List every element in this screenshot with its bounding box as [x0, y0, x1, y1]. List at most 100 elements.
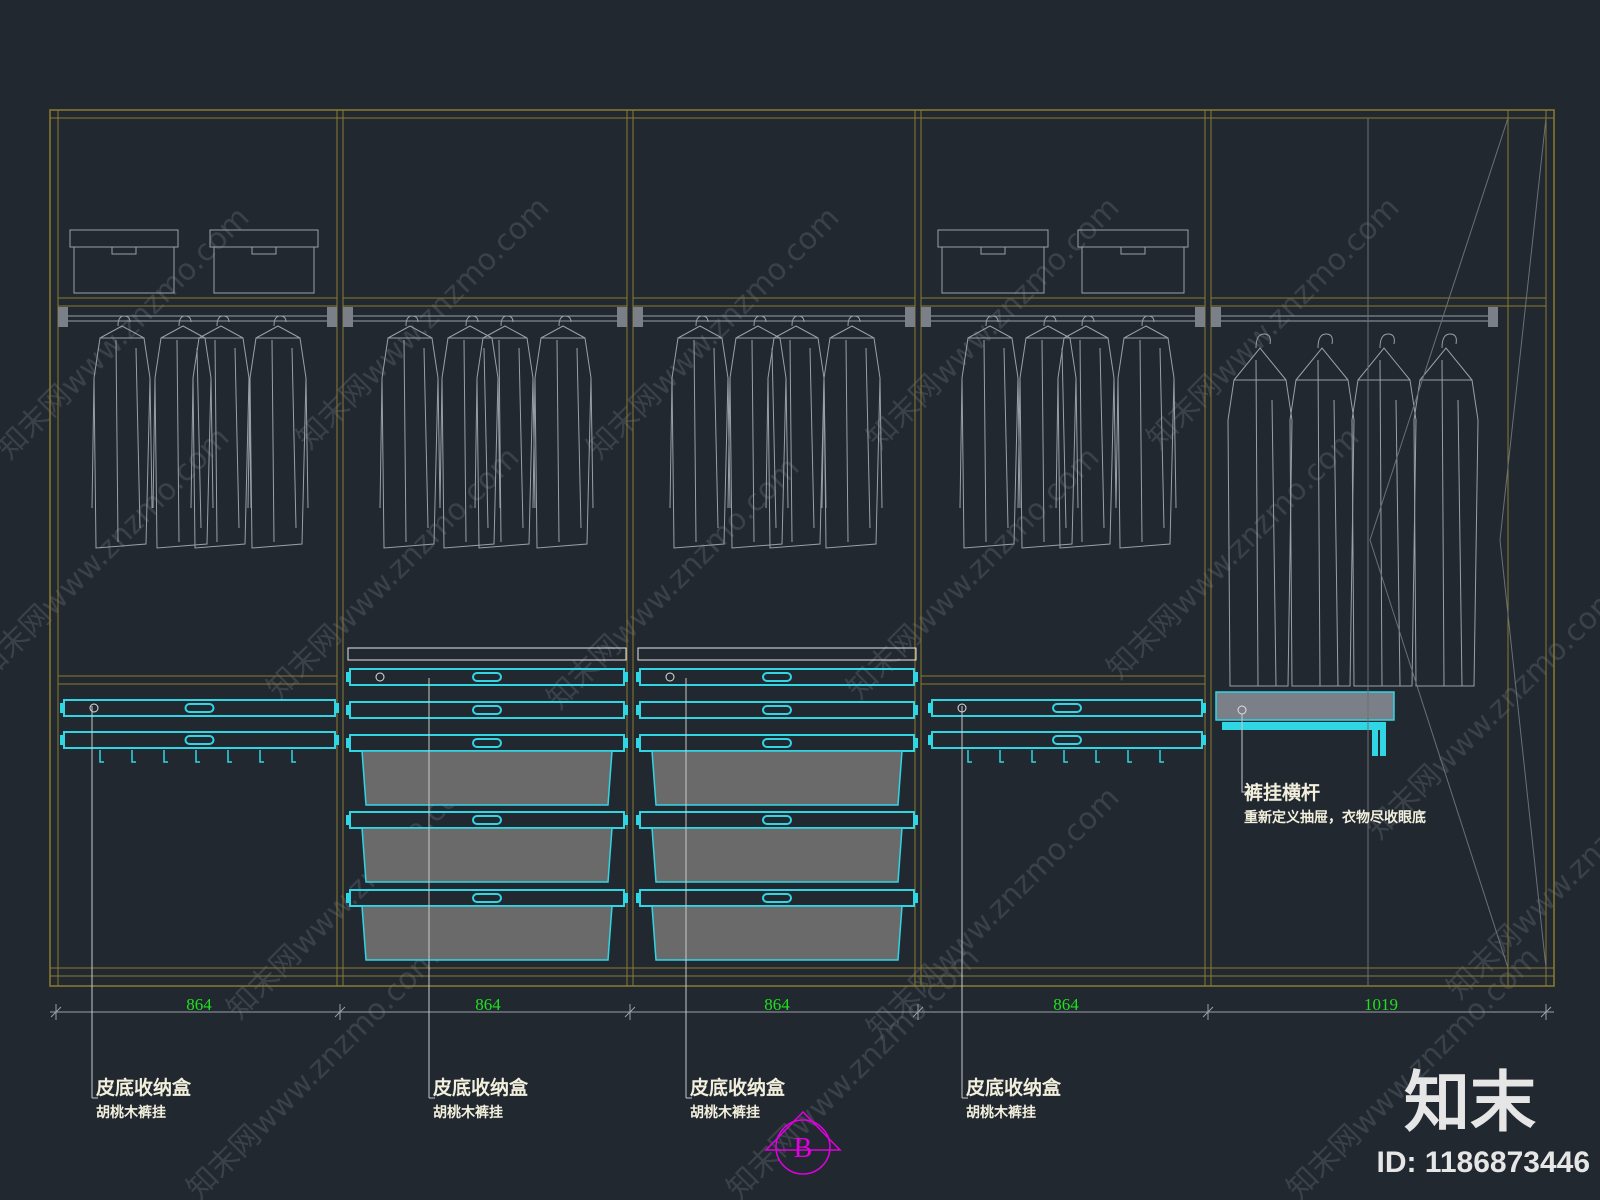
watermark-text: 知末网www.znzmo.com	[720, 940, 986, 1200]
dimension-line	[50, 1004, 1554, 1020]
callout-title-4: 皮底收纳盒	[966, 1076, 1062, 1099]
jacket-body	[249, 337, 307, 549]
jacket-sleeve	[379, 377, 441, 509]
drawer-rail	[639, 889, 915, 907]
callout-leaders	[91, 678, 1248, 1099]
drawer-rail	[639, 734, 915, 752]
dimension-label-3: 864	[764, 995, 790, 1014]
rail-bracket	[905, 307, 915, 327]
wardrobe-elevation-drawing: 知末网www.znzmo.com 知末网www.znzmo.com 知末网www.z…	[0, 109, 1600, 1200]
garment	[1351, 333, 1417, 687]
hanger	[829, 325, 875, 339]
trouser-hook	[1159, 750, 1164, 763]
drawer-front	[346, 889, 628, 907]
hanger	[1123, 325, 1169, 339]
jacket-sleeve	[669, 377, 731, 509]
drawer-runner	[914, 738, 918, 748]
trouser-hook	[1095, 750, 1100, 763]
drawer-rail	[63, 699, 336, 717]
hanger	[540, 325, 586, 339]
drawer-runner	[624, 738, 628, 748]
trouser-rail-post	[1380, 722, 1386, 756]
robe-seam	[1379, 359, 1401, 687]
drawer-runner	[346, 705, 350, 715]
watermark-text: 知末网www.znzmo.com	[840, 440, 1106, 706]
drawer-front	[928, 699, 1206, 717]
jacket-body	[767, 337, 825, 549]
drawer-front	[636, 701, 918, 719]
storage-box-lid	[937, 229, 1049, 248]
trouser-hook	[1127, 750, 1132, 763]
garment	[1413, 333, 1479, 687]
brand-logo: 知末	[1404, 1064, 1536, 1141]
drawer-runner	[346, 738, 350, 748]
hanger	[255, 325, 301, 339]
hanger	[1063, 325, 1109, 339]
drawer-handle	[472, 815, 502, 825]
drawer-runner	[346, 815, 350, 825]
garment	[765, 315, 827, 549]
callout-subtitle-2: 胡桃木裤挂	[433, 1104, 503, 1121]
drawer-rail	[931, 731, 1203, 749]
drawer-runner	[346, 672, 350, 682]
hanger-hook	[1379, 333, 1395, 349]
trouser-hook	[227, 750, 232, 763]
drawer-rail	[349, 701, 625, 719]
storage-box-handle	[1120, 246, 1146, 255]
jacket-seam	[845, 339, 871, 543]
callout-subtitle-3: 胡桃木裤挂	[690, 1104, 760, 1121]
drawer-runner	[346, 893, 350, 903]
drawer-runner	[636, 815, 640, 825]
drawer-runner	[60, 735, 64, 745]
drawer-knob	[89, 703, 99, 713]
jacket-seam	[498, 339, 524, 543]
drawer-rail	[349, 889, 625, 907]
drawer-handle	[762, 738, 792, 748]
watermark-text: 知末网www.znzmo.com	[1100, 420, 1366, 686]
drawer-runner	[636, 893, 640, 903]
jacket-seam	[403, 339, 429, 543]
drawer-handle	[762, 705, 792, 715]
drawer-handle	[762, 815, 792, 825]
hanging-rail	[348, 315, 622, 322]
trouser-hook	[1031, 750, 1036, 763]
callout-title-1: 皮底收纳盒	[96, 1076, 192, 1099]
dimension-label-4: 864	[1053, 995, 1079, 1014]
jacket-body	[1057, 337, 1115, 549]
hanger-hook	[1317, 333, 1333, 349]
callout-title-3: 皮底收纳盒	[690, 1076, 786, 1099]
trouser-hook	[1063, 750, 1068, 763]
trouser-rail-bar	[1222, 722, 1386, 730]
drawer-runner	[636, 738, 640, 748]
drawer-handle	[762, 672, 792, 682]
robe-seam	[1317, 359, 1339, 687]
drawer-front	[346, 701, 628, 719]
drawer-runner	[914, 893, 918, 903]
drawer-front	[928, 731, 1206, 749]
storage-basket	[361, 750, 613, 806]
dimension-label-2: 864	[475, 995, 501, 1014]
drawer-runner	[914, 815, 918, 825]
drawer-handle	[472, 738, 502, 748]
brand-id: ID: 1186873446	[1376, 1146, 1590, 1179]
trouser-hook	[967, 750, 972, 763]
drawer-runner	[60, 703, 64, 713]
drawer-front	[60, 699, 339, 717]
storage-basket	[651, 905, 903, 961]
rail-note-title: 裤挂横杆	[1244, 781, 1320, 804]
hanger	[198, 325, 244, 339]
drawer-rail	[63, 731, 336, 749]
door-swing-lines	[1367, 117, 1547, 986]
rail-bracket	[921, 307, 931, 327]
drawer-rail	[349, 811, 625, 829]
drawer-runner	[928, 735, 932, 745]
hanger	[1357, 347, 1411, 381]
trouser-hook	[999, 750, 1004, 763]
dimension-label-5: 1019	[1364, 995, 1398, 1014]
garment	[532, 315, 594, 549]
hanging-rail	[63, 315, 332, 322]
jacket-seam	[1079, 339, 1105, 543]
storage-box-lid	[69, 229, 179, 248]
hanger-hook	[1441, 333, 1457, 349]
drawer-rail	[349, 734, 625, 752]
